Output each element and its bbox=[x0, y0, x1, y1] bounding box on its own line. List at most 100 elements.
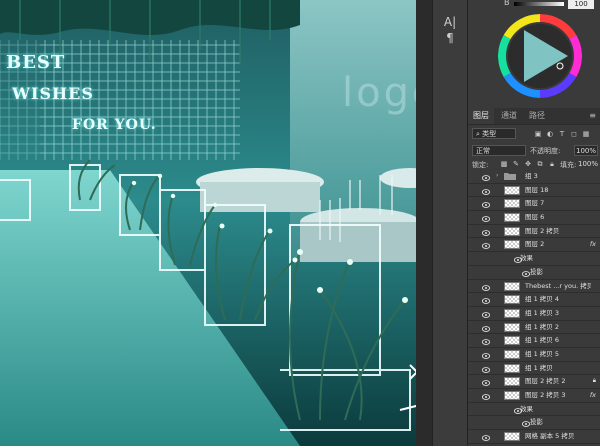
layer-name: 效果 bbox=[520, 254, 533, 263]
layer-name: 图层 2 bbox=[525, 240, 545, 249]
filter-adjust-icon[interactable]: ◐ bbox=[546, 130, 554, 138]
layer-name: 投影 bbox=[530, 267, 543, 276]
layers-tab-bar: 图层 通道 路径 ≡ bbox=[468, 108, 600, 125]
lock-image-icon[interactable]: ✎ bbox=[512, 160, 520, 168]
opacity-label: 不透明度: bbox=[530, 147, 561, 155]
layer-name: 图层 2 拷贝 bbox=[525, 226, 560, 235]
layer-thumbnail bbox=[504, 336, 520, 346]
visibility-eye-icon[interactable] bbox=[481, 324, 491, 332]
visibility-eye-icon[interactable] bbox=[481, 392, 491, 400]
layer-row[interactable]: 图层 6 bbox=[468, 211, 600, 225]
layer-row[interactable]: 图层 7 bbox=[468, 197, 600, 212]
visibility-eye-icon[interactable] bbox=[481, 365, 491, 373]
layer-row[interactable]: 组 1 拷贝 bbox=[468, 362, 600, 376]
layer-row[interactable]: 图层 2 拷贝 3 fx bbox=[468, 389, 600, 403]
layer-name: 组 1 拷贝 6 bbox=[525, 336, 559, 345]
lock-artboard-icon[interactable]: ⧉ bbox=[536, 160, 544, 168]
layer-effect-row[interactable]: 效果 bbox=[468, 403, 600, 417]
lock-transparency-icon[interactable]: ▩ bbox=[500, 160, 508, 168]
layer-row[interactable]: 组 1 拷贝 6 bbox=[468, 334, 600, 348]
tab-channels[interactable]: 通道 bbox=[496, 108, 522, 124]
layer-row[interactable]: Thebest ...r you. 拷贝 bbox=[468, 280, 600, 294]
layer-name: 投影 bbox=[530, 418, 543, 427]
layer-thumbnail bbox=[504, 226, 520, 236]
layer-name: 组 1 拷贝 4 bbox=[525, 295, 559, 304]
layer-name: 效果 bbox=[520, 404, 533, 413]
layer-filter-select[interactable]: ⌕ 类型 bbox=[472, 128, 516, 139]
lock-icon: 🔒︎ bbox=[592, 377, 596, 385]
fx-icon[interactable]: fx bbox=[590, 238, 596, 250]
layer-thumbnail bbox=[504, 349, 520, 359]
document-canvas[interactable]: BEST WISHES FOR YOU. logo bbox=[0, 0, 432, 446]
layer-name: 图层 6 bbox=[525, 213, 545, 222]
opacity-input[interactable]: 100% bbox=[574, 145, 598, 156]
lock-label: 锁定: bbox=[472, 161, 489, 169]
layer-thumbnail bbox=[504, 213, 520, 223]
visibility-eye-icon[interactable] bbox=[481, 378, 491, 387]
lock-position-icon[interactable]: ✥ bbox=[524, 160, 532, 168]
layer-row[interactable]: 组 1 拷贝 2 bbox=[468, 321, 600, 335]
layer-group-row[interactable]: › 组 3 bbox=[468, 170, 600, 184]
paragraph-icon[interactable]: ¶ bbox=[441, 30, 459, 46]
layer-name: 图层 18 bbox=[525, 185, 549, 194]
filter-type-icon[interactable]: T bbox=[558, 130, 566, 138]
layer-thumbnail bbox=[504, 308, 520, 318]
filter-shape-icon[interactable]: ◻ bbox=[570, 130, 578, 138]
visibility-eye-icon[interactable] bbox=[481, 283, 491, 291]
visibility-eye-icon[interactable] bbox=[481, 337, 491, 346]
layer-row[interactable]: 组 1 拷贝 5 bbox=[468, 348, 600, 362]
layer-name: 图层 2 拷贝 2 bbox=[525, 377, 566, 386]
layer-thumbnail bbox=[504, 377, 520, 387]
tab-layers[interactable]: 图层 bbox=[468, 108, 494, 124]
text-tool-icon[interactable]: A| bbox=[441, 14, 459, 30]
layer-row[interactable]: 图层 2 拷贝 2 🔒︎ bbox=[468, 375, 600, 389]
visibility-eye-icon[interactable] bbox=[481, 200, 491, 209]
layer-thumbnail bbox=[504, 295, 520, 305]
visibility-eye-icon[interactable] bbox=[481, 173, 491, 181]
filter-pixel-icon[interactable]: ▣ bbox=[534, 130, 542, 138]
visibility-eye-icon[interactable] bbox=[481, 310, 491, 318]
layer-name: 图层 7 bbox=[525, 199, 545, 208]
layer-row[interactable]: 图层 18 bbox=[468, 184, 600, 198]
blend-mode-select[interactable]: 正常 bbox=[472, 145, 526, 156]
layer-effect-row[interactable]: 投影 bbox=[468, 416, 600, 431]
visibility-eye-icon[interactable] bbox=[481, 241, 491, 250]
visibility-eye-icon[interactable] bbox=[481, 351, 491, 359]
visibility-eye-icon[interactable] bbox=[481, 296, 491, 305]
fx-icon[interactable]: fx bbox=[590, 389, 596, 401]
layer-row[interactable]: 图层 2 拷贝 bbox=[468, 225, 600, 239]
layer-name: Thebest ...r you. 拷贝 bbox=[525, 281, 591, 290]
layer-row[interactable]: 组 1 拷贝 4 bbox=[468, 293, 600, 307]
layer-effect-row[interactable]: 效果 bbox=[468, 252, 600, 266]
layer-row[interactable]: 网格 副本 5 拷贝 bbox=[468, 430, 600, 444]
visibility-eye-icon[interactable] bbox=[481, 433, 491, 441]
effect-visibility-eye-icon[interactable] bbox=[521, 269, 531, 277]
fill-value[interactable]: 100% bbox=[578, 160, 598, 168]
visibility-eye-icon[interactable] bbox=[481, 214, 491, 222]
artwork-text-wishes: WISHES bbox=[12, 84, 94, 103]
effect-visibility-eye-icon[interactable] bbox=[521, 419, 531, 428]
panel-tool-strip: A| ¶ bbox=[432, 0, 468, 446]
visibility-eye-icon[interactable] bbox=[481, 187, 491, 195]
color-wheel[interactable] bbox=[468, 0, 600, 104]
layer-name: 组 3 bbox=[525, 172, 538, 180]
visibility-eye-icon[interactable] bbox=[481, 228, 491, 236]
tab-paths[interactable]: 路径 bbox=[524, 108, 550, 124]
expand-caret-icon[interactable]: › bbox=[496, 170, 498, 182]
layer-thumbnail bbox=[504, 391, 520, 400]
layer-row[interactable]: 图层 2 fx bbox=[468, 238, 600, 253]
layer-name: 组 1 拷贝 2 bbox=[525, 322, 559, 331]
layer-name: 组 1 拷贝 5 bbox=[525, 349, 559, 358]
panel-menu-icon[interactable]: ≡ bbox=[589, 111, 596, 120]
layer-thumbnail bbox=[504, 281, 520, 291]
filter-smart-icon[interactable]: ▦ bbox=[582, 130, 590, 138]
lock-all-icon[interactable]: 🔒︎ bbox=[548, 160, 556, 168]
layer-effect-row[interactable]: 投影 bbox=[468, 266, 600, 280]
layer-name: 图层 2 拷贝 3 bbox=[525, 391, 566, 399]
folder-icon bbox=[504, 172, 516, 180]
canvas-edge-strip bbox=[416, 0, 432, 446]
artwork-text-for-you: FOR YOU. bbox=[72, 117, 157, 133]
layer-thumbnail bbox=[504, 322, 520, 332]
layer-row[interactable]: 组 1 拷贝 3 bbox=[468, 307, 600, 321]
opacity-input-value: 100% bbox=[576, 147, 597, 155]
